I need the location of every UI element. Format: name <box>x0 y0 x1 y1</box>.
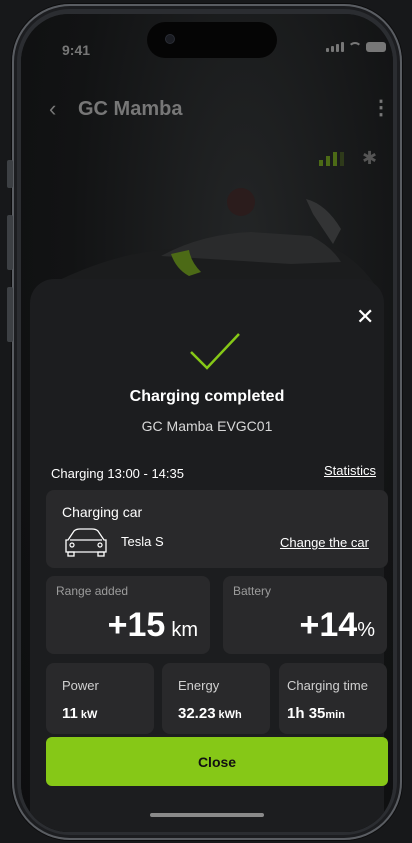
charging-time-label: Charging time <box>287 678 368 693</box>
battery-label: Battery <box>233 584 272 598</box>
checkmark-icon <box>190 333 240 370</box>
battery-unit: % <box>357 619 375 641</box>
charging-car-label: Charging car <box>62 504 143 520</box>
charging-time-hours: 1h <box>287 705 305 722</box>
battery-card: Battery +14% <box>223 576 387 654</box>
side-button-volume-down <box>7 287 13 342</box>
range-unit: km <box>171 619 198 641</box>
energy-number: 32.23 <box>178 705 216 722</box>
bluetooth-icon: ✱ <box>362 148 378 168</box>
back-arrow-icon[interactable]: ‹ <box>49 96 56 122</box>
charging-car-card: Charging car Tesla S Change the car <box>46 490 388 568</box>
battery-added-value: +14% <box>300 606 375 645</box>
power-unit: kW <box>80 709 98 721</box>
status-time: 9:41 <box>62 42 91 58</box>
car-name: Tesla S <box>121 534 164 549</box>
change-car-link[interactable]: Change the car <box>280 535 369 550</box>
battery-icon <box>366 42 386 52</box>
more-menu-icon[interactable]: ⋮ <box>371 98 391 118</box>
cellular-icon <box>326 42 344 52</box>
side-button-volume-up <box>7 215 13 270</box>
side-button-silent <box>7 160 13 188</box>
energy-value: 32.23 kWh <box>178 705 242 722</box>
charger-name: GC Mamba EVGC01 <box>141 418 273 434</box>
range-added-card: Range added +15 km <box>46 576 210 654</box>
charging-period: Charging 13:00 - 14:35 <box>51 466 184 481</box>
charging-time-card: Charging time 1h 35min <box>279 663 387 734</box>
close-icon[interactable]: ✕ <box>356 306 374 328</box>
power-value: 11 kW <box>62 705 97 722</box>
dialog-title: Charging completed <box>129 388 285 405</box>
energy-label: Energy <box>178 678 220 693</box>
charging-time-min-unit: min <box>325 709 345 721</box>
battery-value: +14 <box>299 606 358 644</box>
energy-unit: kWh <box>218 709 242 721</box>
close-button[interactable]: Close <box>46 737 388 786</box>
car-icon <box>65 528 107 557</box>
energy-card: Energy 32.23 kWh <box>162 663 270 734</box>
camera-icon <box>165 34 175 44</box>
wifi-icon <box>348 42 362 52</box>
signal-strength-icon <box>319 152 344 166</box>
power-card: Power 11 kW <box>46 663 154 734</box>
page-title: GC Mamba <box>78 98 183 120</box>
range-added-value: +15 km <box>108 606 198 645</box>
power-label: Power <box>62 678 99 693</box>
charging-time-value: 1h 35min <box>287 705 345 722</box>
range-value: +15 <box>107 606 166 644</box>
home-indicator[interactable] <box>150 813 264 817</box>
power-number: 11 <box>62 705 78 722</box>
dynamic-island <box>147 22 277 58</box>
phone-screen: 9:41 ‹ GC Mamba ⋮ ✱ ✕ Charging completed… <box>21 14 393 832</box>
status-icons <box>326 42 386 52</box>
charging-time-minutes: 35 <box>308 705 326 722</box>
range-added-label: Range added <box>56 584 129 598</box>
statistics-link[interactable]: Statistics <box>324 463 376 478</box>
